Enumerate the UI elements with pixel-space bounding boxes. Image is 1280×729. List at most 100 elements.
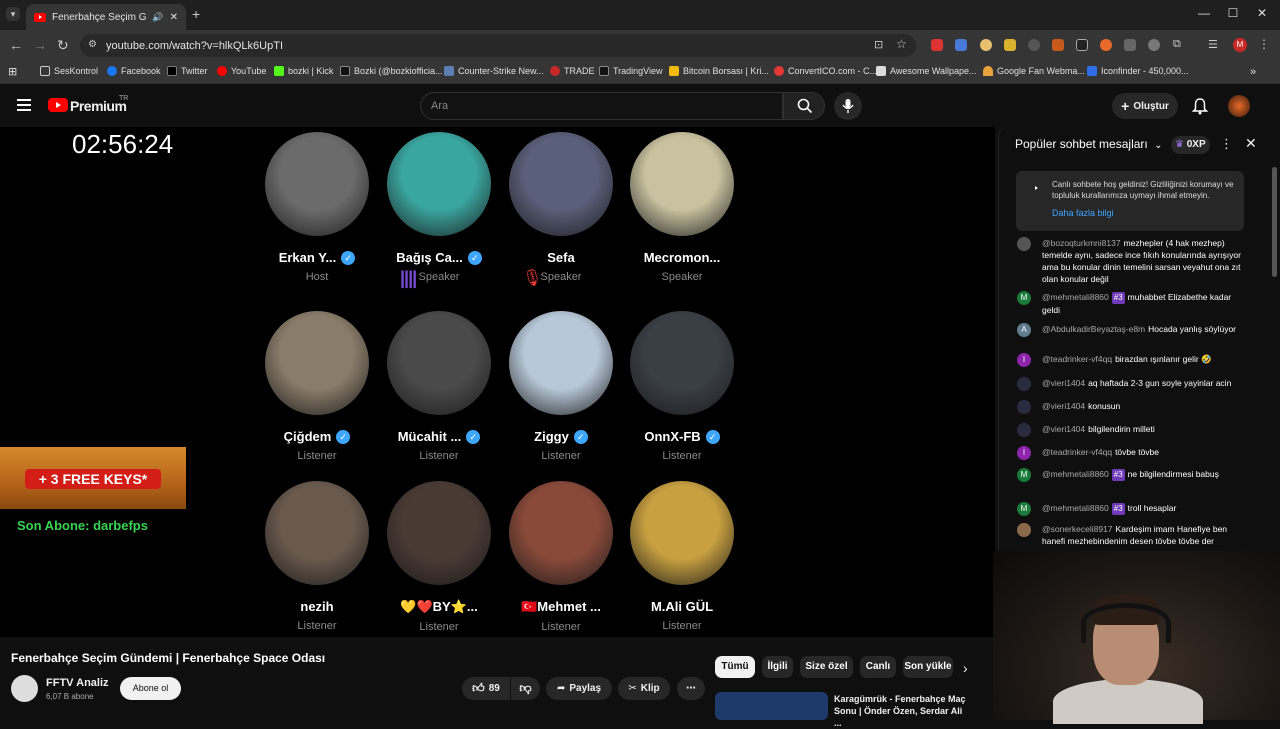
reading-list-icon[interactable]: ☰ xyxy=(1208,38,1220,51)
chat-author-name[interactable]: @mehmetali8860 xyxy=(1042,469,1109,479)
back-icon[interactable]: ← xyxy=(9,37,23,53)
youtube-logo-icon[interactable] xyxy=(48,98,68,112)
extension-icon[interactable] xyxy=(1052,39,1064,51)
chat-author-avatar[interactable]: M xyxy=(1017,291,1031,305)
bookmark-item[interactable]: TradingView xyxy=(599,66,663,76)
chat-author-name[interactable]: @vieri1404 xyxy=(1042,378,1085,388)
audio-playing-icon[interactable]: 🔊 xyxy=(152,12,163,23)
bookmark-item[interactable]: Awesome Wallpape... xyxy=(876,66,977,76)
create-button[interactable]: + Oluştur xyxy=(1112,93,1178,119)
participant-card[interactable]: M.Ali GÜL Listener xyxy=(621,481,743,632)
bookmark-item[interactable]: Iconfinder - 450,000... xyxy=(1087,66,1189,76)
address-bar[interactable]: ⚙ youtube.com/watch?v=hlkQLk6UpTI ⊡ ☆ xyxy=(80,34,916,57)
extension-icon[interactable] xyxy=(1100,39,1112,51)
account-avatar[interactable] xyxy=(1228,95,1250,117)
bookmark-item[interactable]: Facebook xyxy=(107,66,161,76)
maximize-icon[interactable]: ☐ xyxy=(1223,6,1243,20)
participant-card[interactable]: Bağış Ca... ✓ Speaker |||| xyxy=(378,132,500,288)
chat-mode-dropdown[interactable]: Popüler sohbet mesajları ⌄ xyxy=(1015,137,1162,151)
chat-author-avatar[interactable] xyxy=(1017,237,1031,251)
clip-button[interactable]: ✂ Klip xyxy=(618,677,670,700)
like-button[interactable]: 👍︎ 89 xyxy=(462,677,510,700)
new-tab-button[interactable]: + xyxy=(192,6,200,22)
chat-author-avatar[interactable]: M xyxy=(1017,502,1031,516)
chat-author-name[interactable]: @mehmetali8860 xyxy=(1042,503,1109,513)
bookmark-item[interactable]: Twitter xyxy=(167,66,208,76)
subscribe-button[interactable]: Abone ol xyxy=(120,677,181,700)
chat-author-avatar[interactable]: M xyxy=(1017,468,1031,482)
chat-message[interactable]: @sonerkeceli8917 Kardeşim imam Hanefiye b… xyxy=(1017,523,1247,547)
chat-scrollbar[interactable] xyxy=(1272,167,1277,277)
participant-card[interactable]: Ziggy ✓ Listener xyxy=(500,311,622,462)
chat-author-avatar[interactable] xyxy=(1017,377,1031,391)
extension-icon[interactable] xyxy=(1004,39,1016,51)
chat-message[interactable]: @bozoqturkmni8137 mezhepler (4 hak mezhep… xyxy=(1017,237,1247,285)
xp-badge[interactable]: ♛ 0XP xyxy=(1171,136,1210,154)
extension-icon[interactable] xyxy=(980,39,992,51)
chip-all[interactable]: Tümü xyxy=(715,656,755,678)
close-tab-icon[interactable]: ✕ xyxy=(170,12,178,23)
participant-card[interactable]: Mecromon... Speaker xyxy=(621,132,743,283)
forward-icon[interactable]: → xyxy=(33,37,47,53)
more-actions-button[interactable]: ⋯ xyxy=(677,677,705,700)
apps-grid-icon[interactable]: ⊞ xyxy=(8,65,17,78)
chat-message[interactable]: A @AbdulkadirBeyaztaş-e8m Hocada yanlış sö… xyxy=(1017,323,1247,337)
search-button[interactable] xyxy=(783,92,825,120)
chat-author-avatar[interactable]: I xyxy=(1017,446,1031,460)
chat-author-name[interactable]: @teadrinker-vf4qq xyxy=(1042,354,1112,364)
chat-message[interactable]: @vieri1404 bilgilendirin milleti xyxy=(1017,423,1247,437)
chat-author-name[interactable]: @vieri1404 xyxy=(1042,401,1085,411)
guide-menu-icon[interactable] xyxy=(17,99,31,111)
chip-recently-uploaded[interactable]: Son yükle xyxy=(903,656,953,678)
chat-message[interactable]: M @mehmetali8860 #3 muhabbet Elizabethe kad… xyxy=(1017,291,1247,316)
chip-for-you[interactable]: Size özel xyxy=(800,656,853,678)
chat-author-name[interactable]: @mehmetali8860 xyxy=(1042,292,1109,302)
chat-more-options-icon[interactable]: ⋮ xyxy=(1220,136,1233,152)
extension-icon[interactable] xyxy=(1076,39,1088,51)
profile-avatar[interactable]: M xyxy=(1233,38,1247,52)
bookmark-item[interactable]: Counter-Strike New... xyxy=(444,66,544,76)
participant-card[interactable]: nezih Listener xyxy=(256,481,378,632)
voice-search-button[interactable] xyxy=(834,92,862,120)
bookmark-star-icon[interactable]: ☆ xyxy=(896,37,907,51)
search-input[interactable]: Ara xyxy=(420,92,783,120)
site-info-icon[interactable]: ⚙ xyxy=(88,39,97,50)
tab-search-button[interactable]: ▾ xyxy=(6,7,20,21)
bookmark-item[interactable]: Google Fan Webma... xyxy=(983,66,1085,76)
close-chat-icon[interactable]: ✕ xyxy=(1245,135,1257,152)
chat-author-avatar[interactable] xyxy=(1017,523,1031,537)
bookmark-item[interactable]: ConvertICO.com - C... xyxy=(774,66,877,76)
chat-author-name[interactable]: @teadrinker-vf4qq xyxy=(1042,447,1112,457)
chevron-right-icon[interactable]: › xyxy=(963,660,968,676)
extension-icon[interactable] xyxy=(1124,39,1136,51)
video-player[interactable]: 02:56:24 + 3 FREE KEYS* Son Abone: darbe… xyxy=(0,127,995,637)
bookmark-item[interactable]: TRADE xyxy=(550,66,595,76)
extension-icon[interactable] xyxy=(955,39,967,51)
chip-live[interactable]: Canlı xyxy=(860,656,896,678)
more-bookmarks-icon[interactable]: » xyxy=(1250,66,1256,78)
related-video-thumbnail[interactable] xyxy=(715,692,828,720)
share-button[interactable]: ➦ Paylaş xyxy=(546,677,612,700)
participant-card[interactable]: Erkan Y... ✓ Host xyxy=(256,132,378,283)
related-video-title[interactable]: Karagümrük - Fenerbahçe Maç Sonu | Önder… xyxy=(834,693,969,729)
participant-card[interactable]: 💛❤️BY⭐... Listener xyxy=(378,481,500,633)
browser-tab[interactable]: Fenerbahçe Seçim Gündemi 🔊 ✕ xyxy=(26,4,186,30)
chat-message[interactable]: @vieri1404 aq haftada 2-3 gun soyle yayin… xyxy=(1017,377,1247,391)
chat-message[interactable]: I @teadrinker-vf4qq tövbe tövbe xyxy=(1017,446,1247,460)
bookmark-item[interactable]: bozki | Kick xyxy=(274,66,333,76)
chat-message[interactable]: M @mehmetali8860 #3 troll hesaplar xyxy=(1017,502,1247,516)
bookmark-item[interactable]: Bozki (@bozkiofficia... xyxy=(340,66,443,76)
chat-author-avatar[interactable] xyxy=(1017,423,1031,437)
bookmark-item[interactable]: SesKontrol xyxy=(40,66,98,76)
chip-related[interactable]: İlgili xyxy=(762,656,793,678)
extension-icon[interactable] xyxy=(1148,39,1160,51)
chat-message[interactable]: I @teadrinker-vf4qq birazdan ışınlanır gel… xyxy=(1017,353,1247,367)
extensions-puzzle-icon[interactable]: ⧉ xyxy=(1173,38,1185,50)
chat-message[interactable]: M @mehmetali8860 #3 ne bilgilendirmesi babu… xyxy=(1017,468,1247,482)
install-app-icon[interactable]: ⊡ xyxy=(874,38,883,51)
chat-message[interactable]: @vieri1404 konusun xyxy=(1017,400,1247,414)
chat-author-avatar[interactable]: I xyxy=(1017,353,1031,367)
bookmark-item[interactable]: Bitcoin Borsası | Kri... xyxy=(669,66,769,76)
chat-author-name[interactable]: @AbdulkadirBeyaztaş-e8m xyxy=(1042,324,1145,334)
bookmark-item[interactable]: YouTube xyxy=(217,66,266,76)
